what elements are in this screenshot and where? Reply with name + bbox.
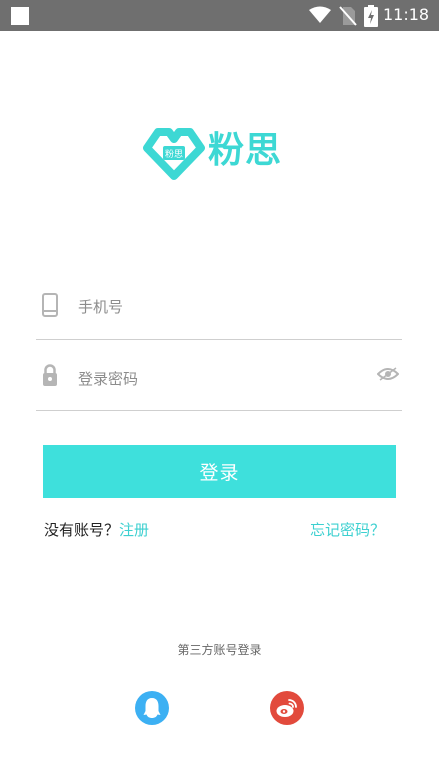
phone-input[interactable] <box>78 292 358 322</box>
show-password-eye-icon[interactable] <box>377 367 399 381</box>
forgot-password-link[interactable]: 忘记密码？ <box>310 519 385 541</box>
register-link[interactable]: 注册 <box>119 521 149 539</box>
login-button[interactable]: 登录 <box>43 445 396 498</box>
status-time: 11:18 <box>383 5 430 24</box>
phone-field <box>36 279 402 340</box>
weibo-login-button[interactable] <box>270 691 304 725</box>
lock-icon <box>43 364 57 386</box>
logo-badge-text: 粉思 <box>165 148 183 160</box>
password-field <box>36 350 402 411</box>
notification-square-icon <box>11 7 29 25</box>
third-party-login-label: 第三方账号登录 <box>177 643 262 657</box>
weibo-icon <box>276 699 297 717</box>
register-prompt: 没有账号？注册 <box>44 519 149 541</box>
heart-diamond-logo-icon: 粉思 <box>143 128 205 180</box>
battery-charging-icon <box>364 5 378 27</box>
phone-icon <box>42 293 58 317</box>
password-input[interactable] <box>78 364 358 394</box>
qq-login-button[interactable] <box>135 691 169 725</box>
qq-icon <box>143 698 161 718</box>
wifi-icon <box>309 6 331 23</box>
logo-text: 粉思 <box>208 130 283 171</box>
status-bar: 11:18 <box>0 0 439 31</box>
no-account-text: 没有账号？ <box>44 521 120 539</box>
no-sim-icon <box>339 6 357 26</box>
